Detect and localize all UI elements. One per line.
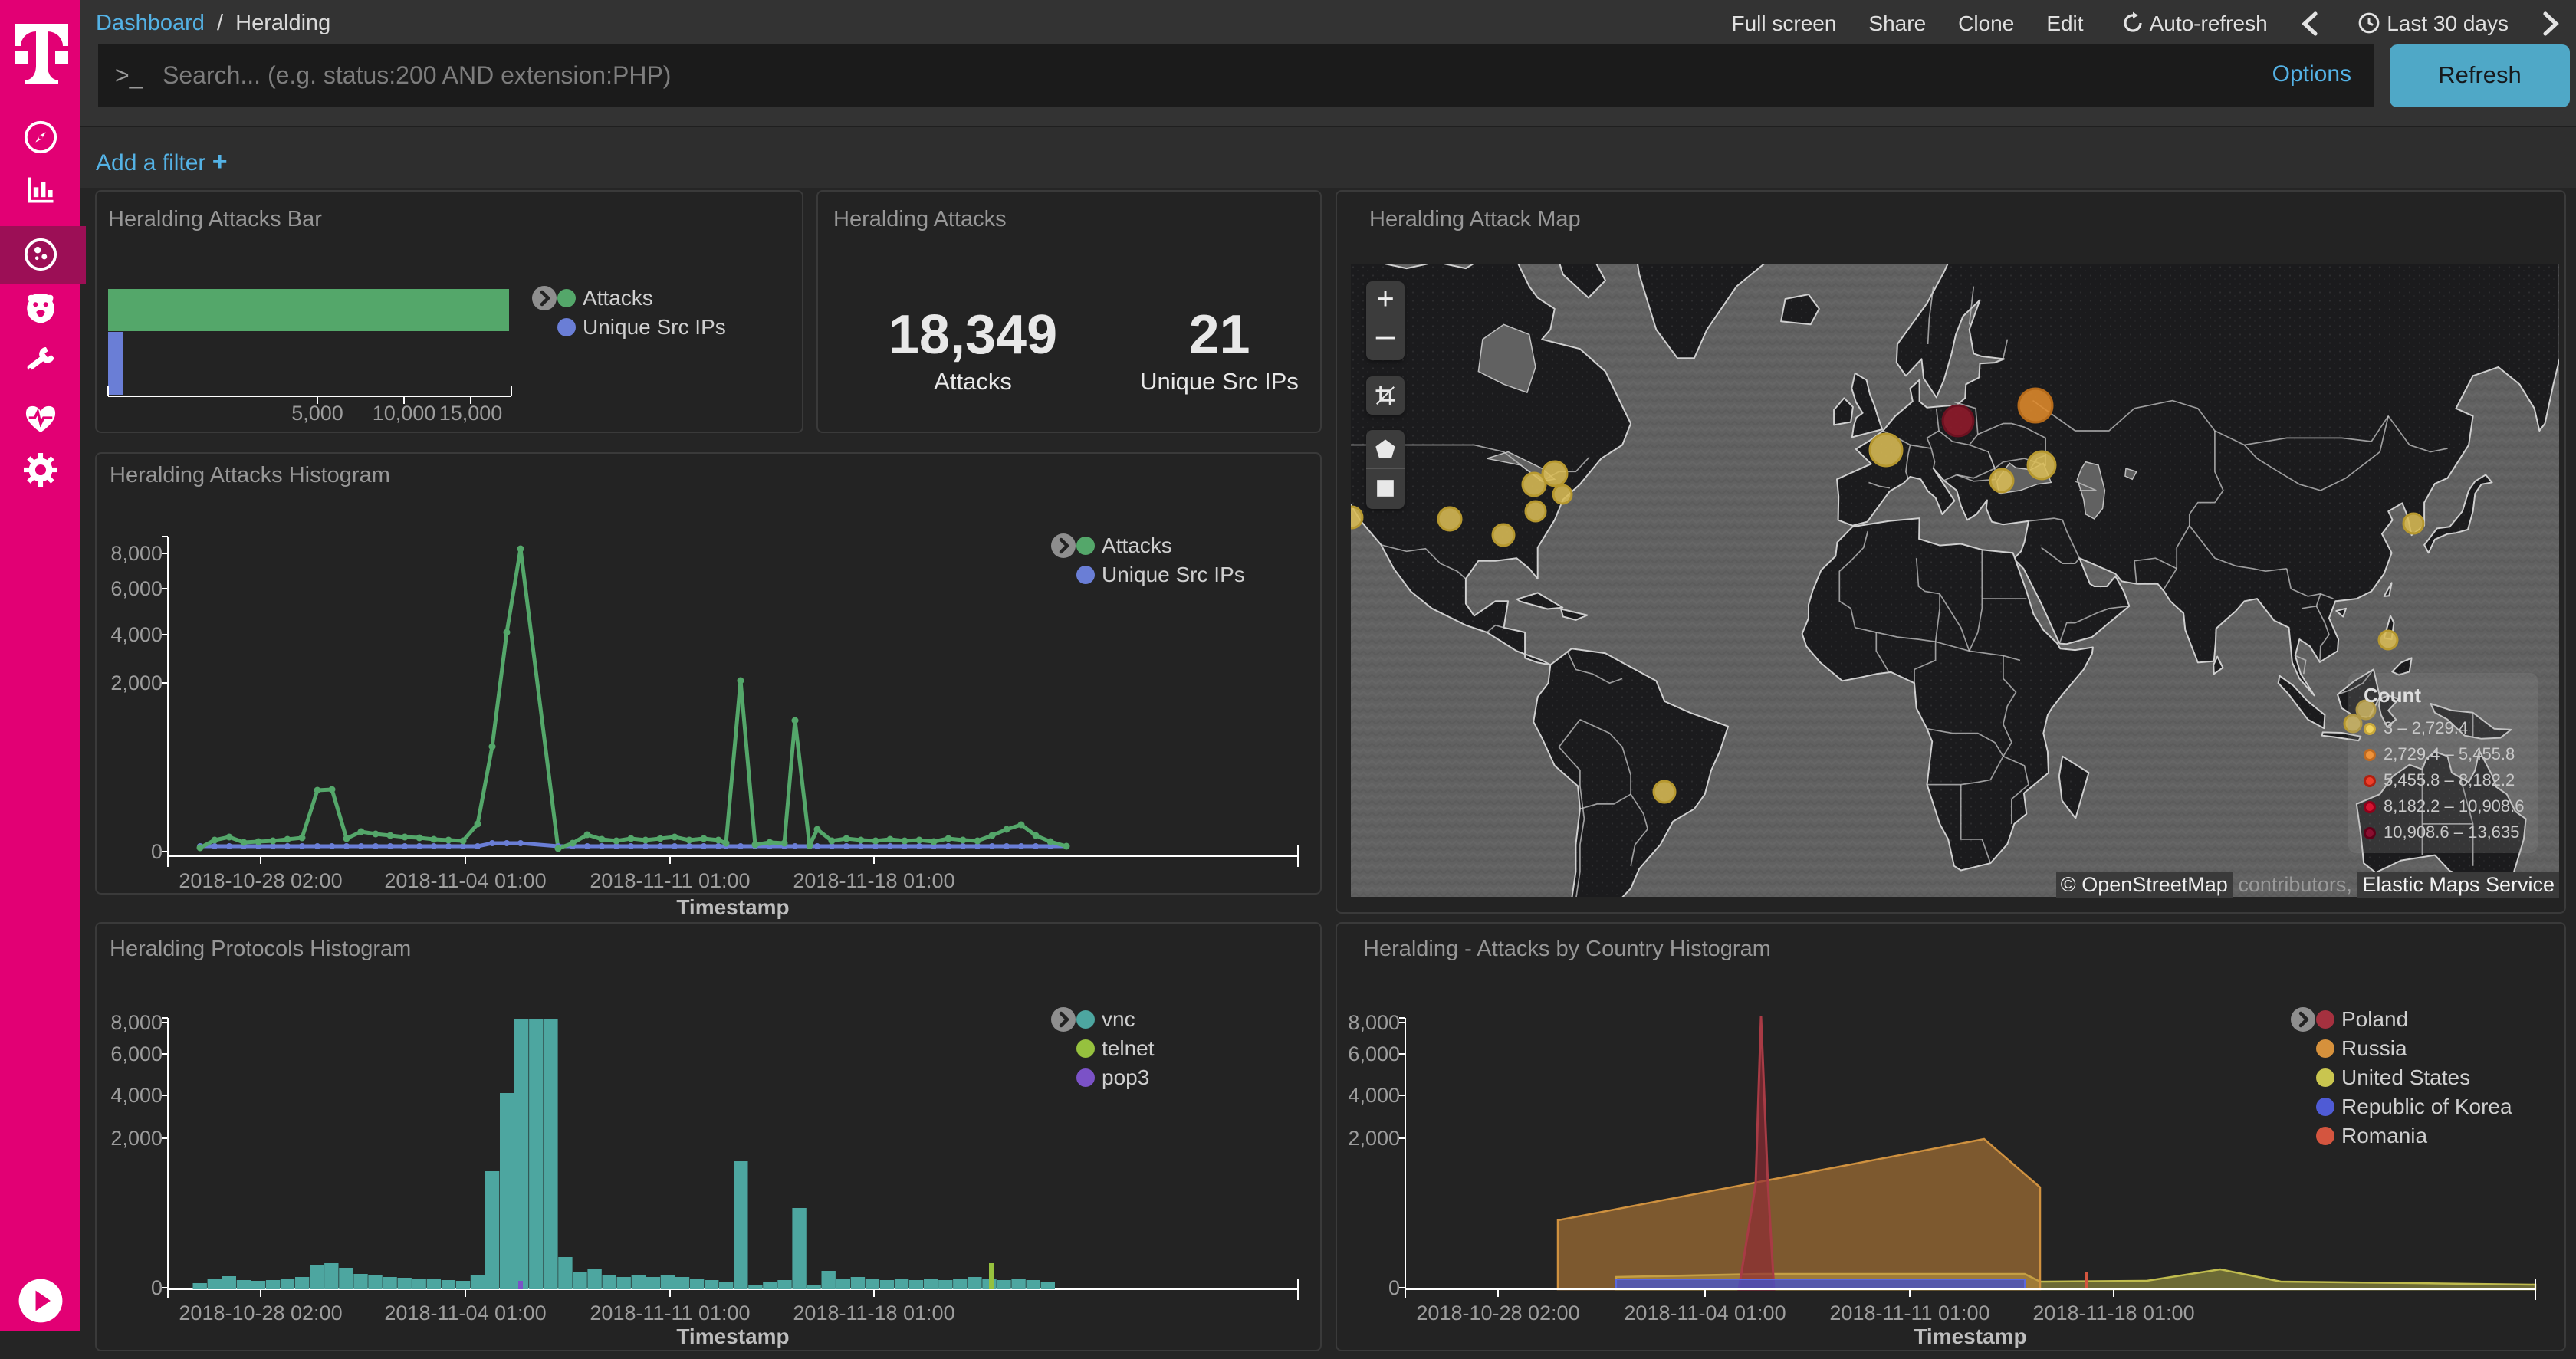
svg-text:10,000: 10,000 bbox=[373, 402, 436, 425]
svg-text:15,000: 15,000 bbox=[439, 402, 503, 425]
svg-text:2,000: 2,000 bbox=[1348, 1127, 1400, 1150]
svg-text:2018-10-28 02:00: 2018-10-28 02:00 bbox=[179, 1302, 342, 1325]
svg-text:2018-10-28 02:00: 2018-10-28 02:00 bbox=[1416, 1302, 1579, 1325]
svg-text:2,000: 2,000 bbox=[110, 671, 163, 694]
svg-text:Timestamp: Timestamp bbox=[676, 1325, 789, 1348]
svg-text:6,000: 6,000 bbox=[110, 1042, 163, 1065]
svg-text:Timestamp: Timestamp bbox=[676, 895, 789, 919]
svg-text:0: 0 bbox=[1388, 1276, 1400, 1299]
svg-text:8,000: 8,000 bbox=[110, 542, 163, 565]
svg-text:0: 0 bbox=[151, 1276, 163, 1299]
svg-text:6,000: 6,000 bbox=[1348, 1042, 1400, 1065]
svg-text:6,000: 6,000 bbox=[110, 577, 163, 600]
svg-text:2018-11-11 01:00: 2018-11-11 01:00 bbox=[590, 1302, 750, 1325]
svg-text:8,000: 8,000 bbox=[110, 1011, 163, 1034]
svg-text:2018-11-11 01:00: 2018-11-11 01:00 bbox=[590, 869, 750, 892]
svg-text:2018-11-18 01:00: 2018-11-18 01:00 bbox=[2032, 1302, 2194, 1325]
svg-text:2018-10-28 02:00: 2018-10-28 02:00 bbox=[179, 869, 342, 892]
svg-text:8,000: 8,000 bbox=[1348, 1011, 1400, 1034]
svg-text:2,000: 2,000 bbox=[110, 1127, 163, 1150]
svg-text:2018-11-04 01:00: 2018-11-04 01:00 bbox=[1624, 1302, 1786, 1325]
svg-text:0: 0 bbox=[151, 840, 163, 863]
svg-text:4,000: 4,000 bbox=[110, 623, 163, 646]
svg-text:5,000: 5,000 bbox=[291, 402, 343, 425]
svg-text:2018-11-18 01:00: 2018-11-18 01:00 bbox=[793, 869, 955, 892]
svg-text:2018-11-04 01:00: 2018-11-04 01:00 bbox=[384, 1302, 546, 1325]
svg-text:2018-11-11 01:00: 2018-11-11 01:00 bbox=[1829, 1302, 1990, 1325]
svg-text:2018-11-18 01:00: 2018-11-18 01:00 bbox=[793, 1302, 955, 1325]
svg-text:4,000: 4,000 bbox=[1348, 1084, 1400, 1107]
svg-text:4,000: 4,000 bbox=[110, 1084, 163, 1107]
svg-text:Timestamp: Timestamp bbox=[1914, 1325, 2026, 1348]
svg-text:2018-11-04 01:00: 2018-11-04 01:00 bbox=[384, 869, 546, 892]
